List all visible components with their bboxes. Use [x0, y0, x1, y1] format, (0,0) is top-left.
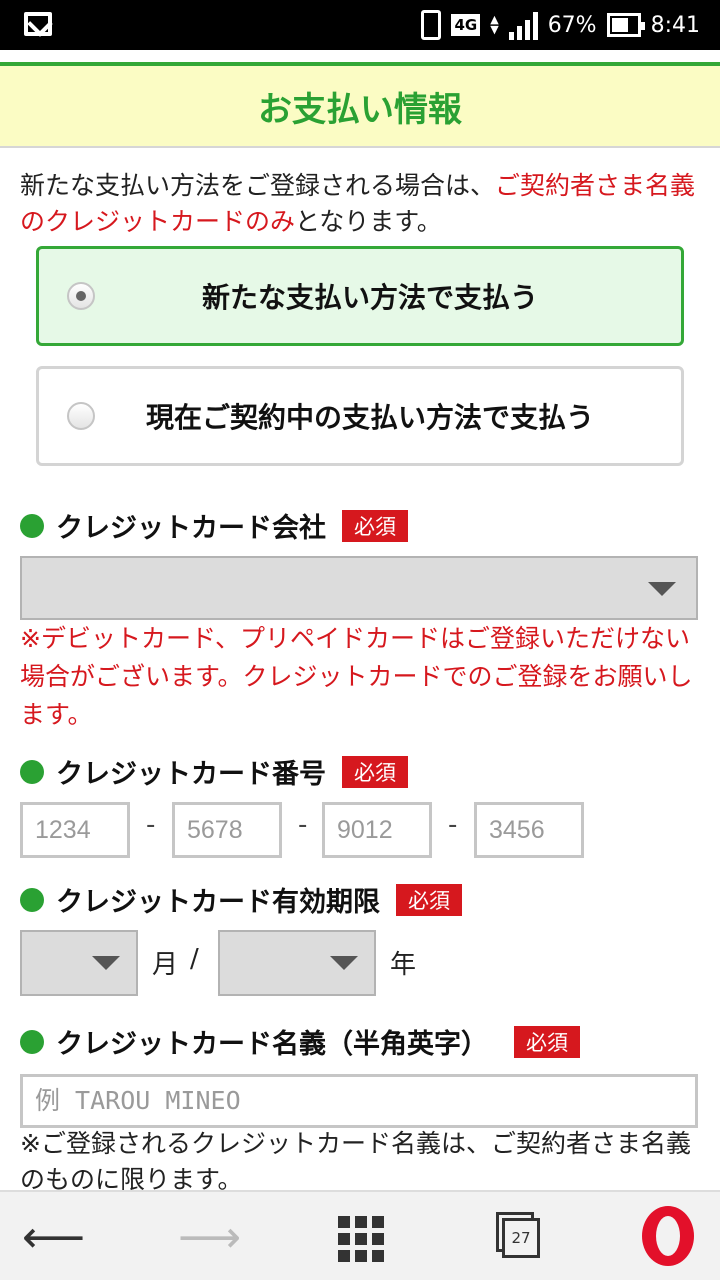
option-label: 現在ご契約中の支払い方法で支払う [145, 401, 594, 434]
card-expiry-label: クレジットカード有効期限 必須 [20, 880, 462, 919]
bullet-icon [20, 759, 44, 784]
status-indicators: 4G ▲ ▼ 67% 8:41 [421, 0, 700, 50]
card-name-input[interactable]: 例 TAROU MINEO [20, 1074, 698, 1128]
field-label-text: クレジットカード名義（半角英字） [56, 1029, 488, 1060]
bullet-icon [20, 887, 44, 912]
required-badge: 必須 [396, 883, 462, 916]
month-unit: 月 [152, 950, 179, 980]
bullet-icon [20, 513, 44, 538]
card-number-input-1[interactable]: 1234 [20, 802, 130, 858]
section-header: お支払い情報 [0, 62, 720, 146]
date-slash: / [190, 944, 199, 974]
intro-text-after: となります。 [295, 207, 442, 236]
separator: - [448, 810, 458, 840]
separator: - [146, 810, 156, 840]
card-number-input-4[interactable]: 3456 [474, 802, 584, 858]
gmail-icon [24, 12, 52, 36]
page-title: お支払い情報 [258, 89, 462, 130]
card-number-input-2[interactable]: 5678 [172, 802, 282, 858]
separator: - [298, 810, 308, 840]
radio-new-payment[interactable] [67, 282, 95, 310]
tab-count: 27 [502, 1218, 540, 1258]
divider [0, 146, 720, 148]
status-bar: 4G ▲ ▼ 67% 8:41 [0, 0, 720, 50]
tabs-icon[interactable]: 27 [496, 1212, 540, 1258]
card-number-label: クレジットカード番号 必須 [20, 752, 408, 791]
card-name-label: クレジットカード名義（半角英字） 必須 [20, 1022, 580, 1061]
card-name-note: ※ご登録されるクレジットカード名義は、ご契約者さま名義のものに限ります。 [20, 1129, 691, 1194]
battery-percent: 67% [547, 12, 597, 38]
battery-icon [606, 13, 645, 37]
speed-dial-grid-icon[interactable] [338, 1216, 384, 1262]
data-activity-icon: ▲ ▼ [490, 13, 499, 36]
intro-text: 新たな支払い方法をご登録される場合は、ご契約者さま名義のクレジットカードのみとな… [20, 168, 710, 240]
card-number-input-3[interactable]: 9012 [322, 802, 432, 858]
field-label-text: クレジットカード有効期限 [56, 887, 380, 918]
bullet-icon [20, 1029, 44, 1054]
back-arrow-icon[interactable]: ⟵ [22, 1216, 85, 1260]
clock: 8:41 [650, 12, 700, 38]
opera-menu-icon[interactable] [642, 1206, 694, 1266]
radio-current-payment[interactable] [67, 402, 95, 430]
expiry-year-select[interactable] [218, 930, 376, 996]
option-label: 新たな支払い方法で支払う [201, 281, 538, 314]
card-company-select[interactable] [20, 556, 698, 620]
forward-arrow-icon[interactable]: ⟶ [178, 1216, 241, 1260]
dropdown-arrow-icon [330, 956, 358, 970]
required-badge: 必須 [514, 1025, 580, 1058]
dropdown-arrow-icon [648, 582, 676, 596]
card-company-label: クレジットカード会社 必須 [20, 506, 408, 545]
dropdown-arrow-icon [92, 956, 120, 970]
signal-icon [508, 10, 538, 40]
vibrate-icon [421, 10, 442, 40]
network-type: 4G [451, 14, 481, 36]
option-new-payment[interactable]: 新たな支払い方法で支払う [36, 246, 684, 346]
required-badge: 必須 [342, 755, 408, 788]
intro-text-before: 新たな支払い方法をご登録される場合は、 [20, 171, 496, 200]
year-unit: 年 [390, 950, 417, 980]
required-badge: 必須 [342, 509, 408, 542]
option-current-payment[interactable]: 現在ご契約中の支払い方法で支払う [36, 366, 684, 466]
field-label-text: クレジットカード会社 [56, 513, 326, 544]
card-company-note: ※デビットカード、プリペイドカードはご登録いただけない場合がございます。クレジッ… [20, 624, 693, 729]
browser-navbar: ⟵ ⟶ 27 [0, 1190, 720, 1280]
expiry-month-select[interactable] [20, 930, 138, 996]
field-label-text: クレジットカード番号 [56, 759, 326, 790]
